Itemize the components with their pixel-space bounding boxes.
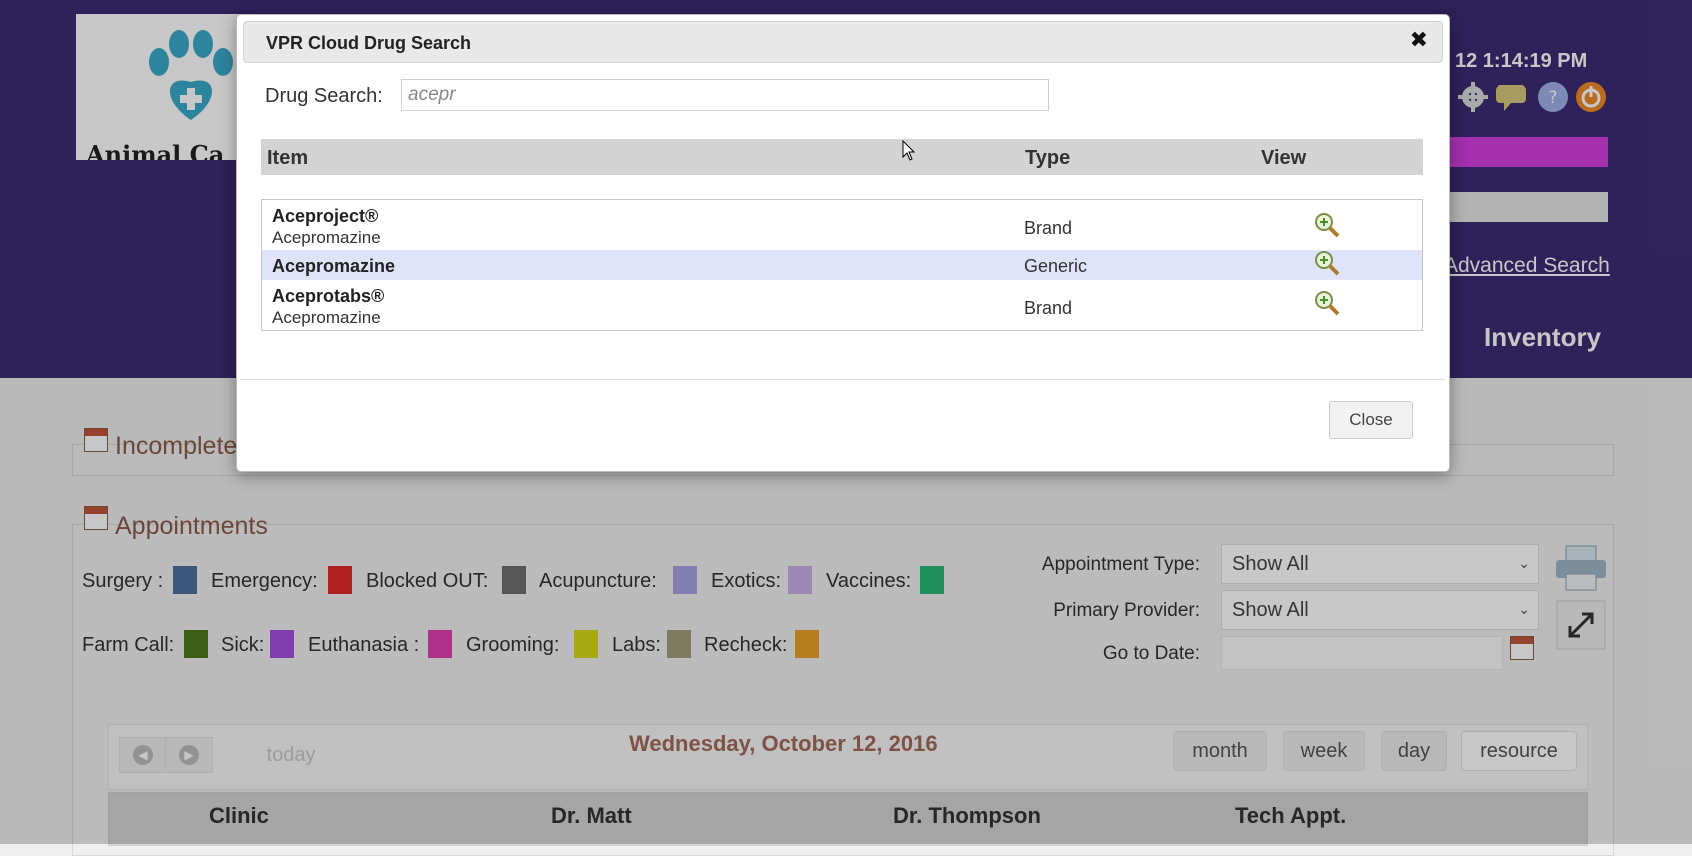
table-row[interactable]: Aceproject® Acepromazine Brand xyxy=(262,200,1422,250)
dialog-footer-divider xyxy=(241,379,1445,380)
table-row-selected[interactable]: Acepromazine Generic xyxy=(262,250,1422,280)
drug-generic-name: Acepromazine xyxy=(272,228,381,247)
column-header-view: View xyxy=(1261,147,1307,169)
magnifier-plus-icon[interactable] xyxy=(1314,212,1340,238)
drug-type: Brand xyxy=(1024,298,1073,318)
results-table: Aceproject® Acepromazine Brand Acepromaz… xyxy=(261,199,1423,331)
column-header-type: Type xyxy=(1025,147,1071,169)
drug-name: Aceproject® xyxy=(272,206,379,226)
drug-search-label: Drug Search: xyxy=(265,85,383,107)
drug-type: Brand xyxy=(1024,218,1073,238)
drug-generic-name: Acepromazine xyxy=(272,308,381,327)
magnifier-plus-icon[interactable] xyxy=(1314,290,1340,316)
results-table-header: Item Type View xyxy=(261,139,1423,175)
drug-search-dialog: VPR Cloud Drug Search ✖ Drug Search: ace… xyxy=(236,14,1450,472)
column-header-item: Item xyxy=(267,147,309,169)
magnifier-plus-icon[interactable] xyxy=(1314,250,1340,276)
drug-search-input[interactable]: acepr xyxy=(401,79,1049,111)
drug-name: Acepromazine xyxy=(272,256,396,276)
close-icon[interactable]: ✖ xyxy=(1410,28,1428,53)
dialog-header: VPR Cloud Drug Search ✖ xyxy=(243,21,1443,63)
table-row[interactable]: Aceprotabs® Acepromazine Brand xyxy=(262,280,1422,330)
close-button[interactable]: Close xyxy=(1329,401,1413,439)
drug-type: Generic xyxy=(1024,256,1088,276)
drug-name: Aceprotabs® xyxy=(272,286,385,306)
dialog-title: VPR Cloud Drug Search xyxy=(266,33,472,53)
mouse-cursor-icon xyxy=(902,140,916,161)
